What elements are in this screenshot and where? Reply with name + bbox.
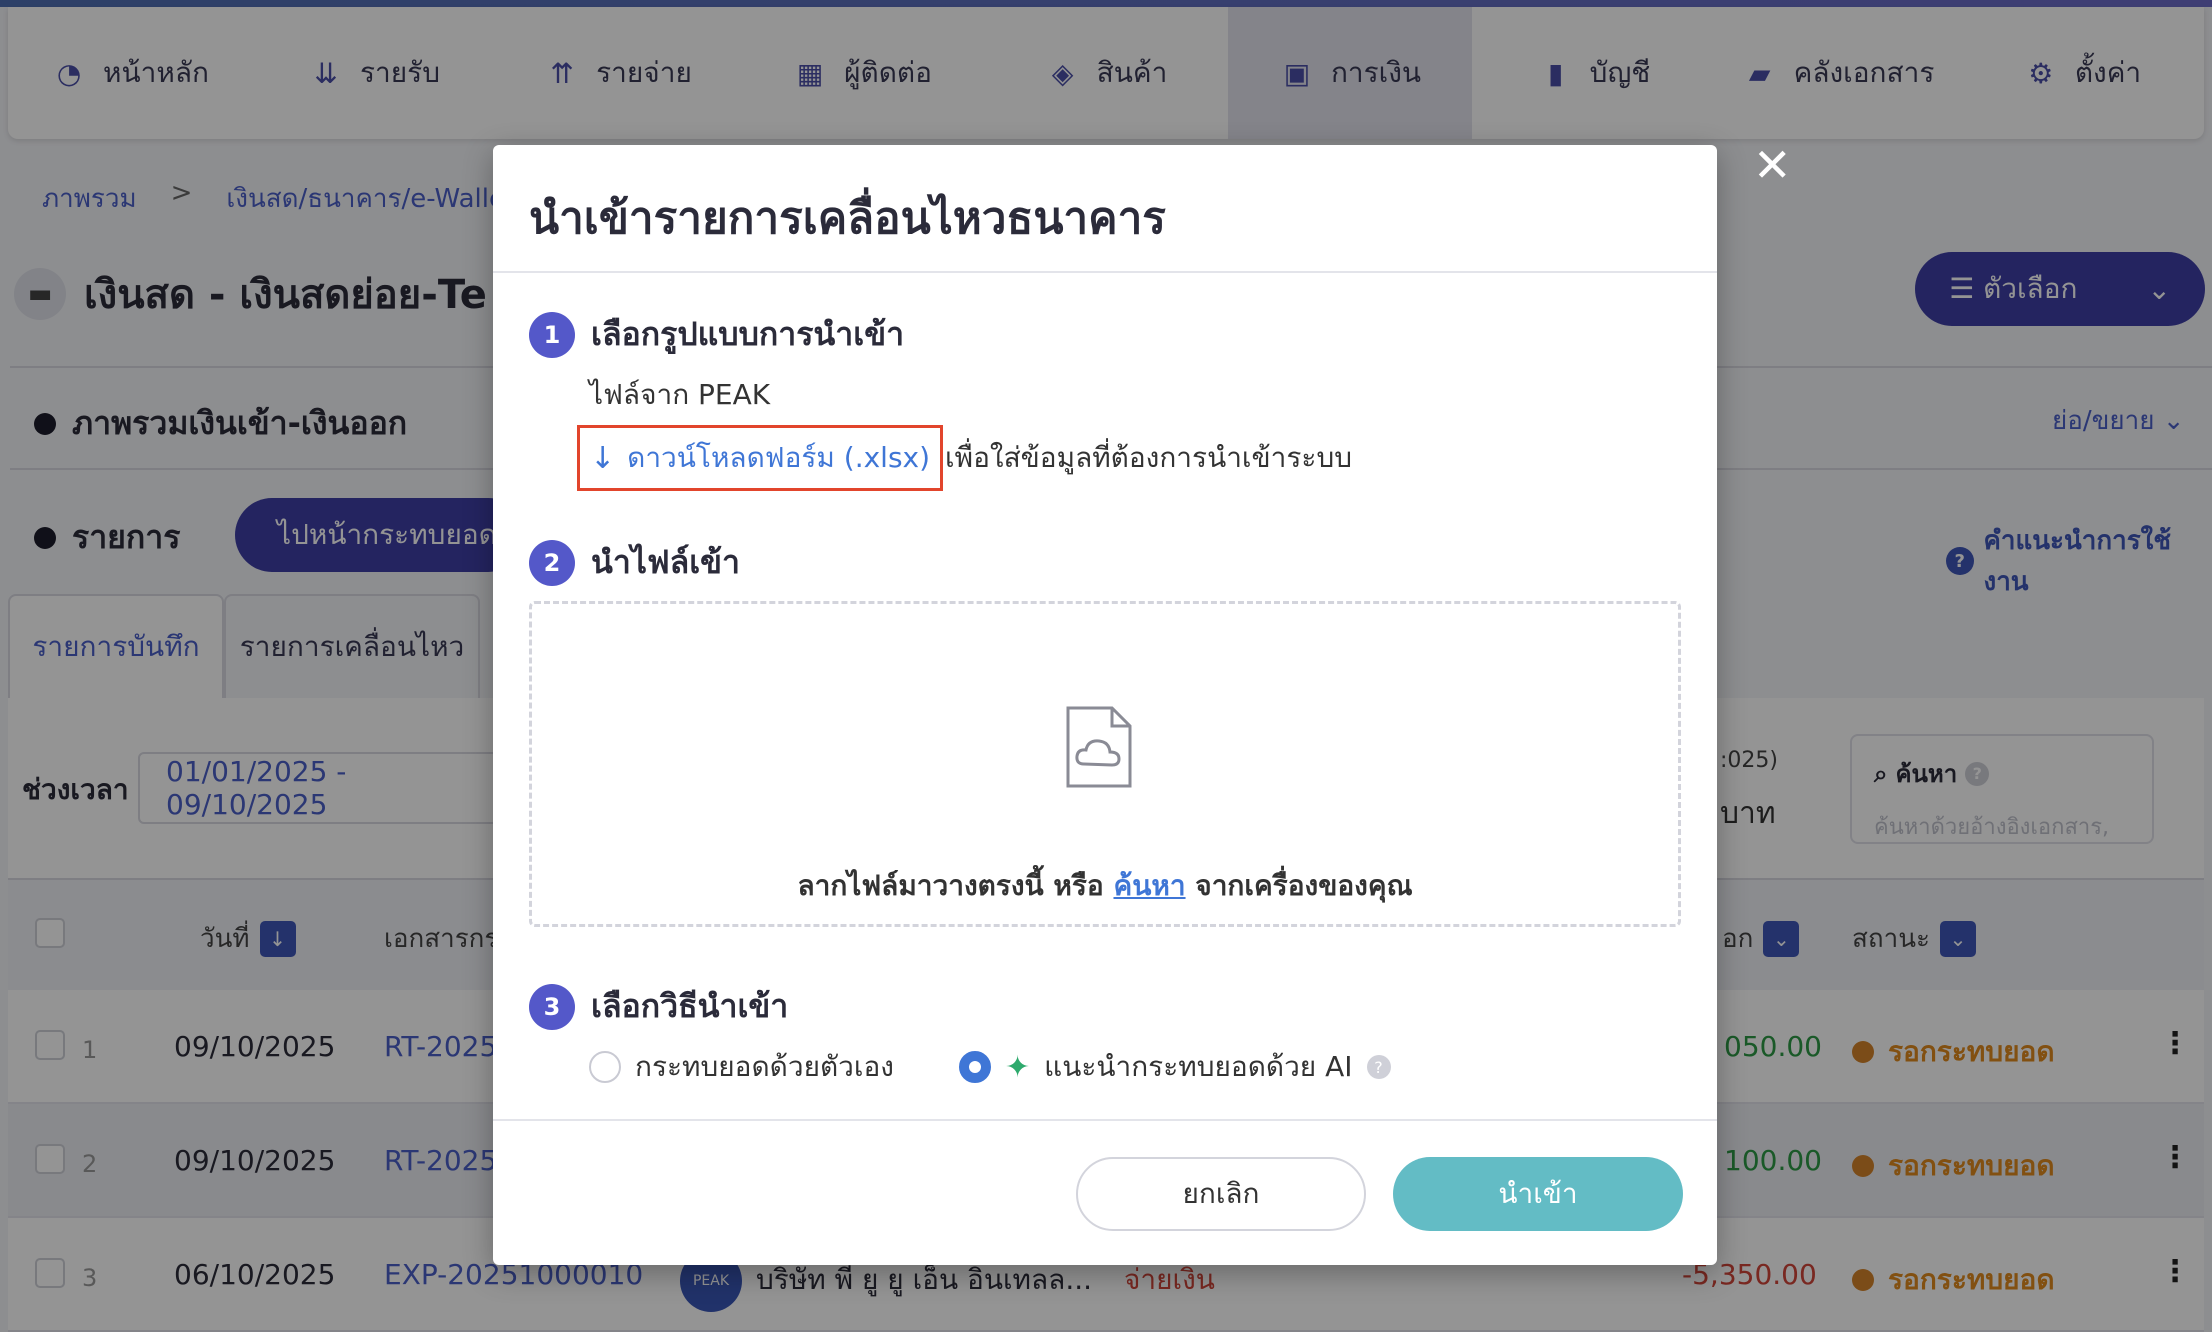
step-1-label: เลือกรูปแบบการนำเข้า <box>591 315 905 353</box>
magic-wand-icon: ✦ <box>1005 1049 1031 1085</box>
import-source-text: ไฟล์จาก PEAK <box>589 378 771 411</box>
import-bank-movements-dialog: นำเข้ารายการเคลื่อนไหวธนาคาร 1 เลือกรูปแ… <box>493 145 1717 1265</box>
cloud-file-icon <box>1066 706 1132 788</box>
step-1-heading: 1 เลือกรูปแบบการนำเข้า <box>529 309 904 360</box>
close-icon[interactable]: ✕ <box>1753 142 1792 188</box>
manual-reconcile-option[interactable]: กระทบยอดด้วยตัวเอง <box>589 1045 894 1089</box>
step-number-badge: 3 <box>529 983 575 1030</box>
step-2-label: นำไฟล์เข้า <box>591 543 740 581</box>
manual-option-label: กระทบยอดด้วยตัวเอง <box>635 1050 894 1083</box>
dropzone-text: ลากไฟล์มาวางตรงนี้ หรือ ค้นหา จากเครื่อง… <box>532 864 1678 908</box>
ai-radio[interactable] <box>959 1051 991 1083</box>
file-dropzone[interactable]: ลากไฟล์มาวางตรงนี้ หรือ ค้นหา จากเครื่อง… <box>529 601 1681 927</box>
step-3-label: เลือกวิธีนำเข้า <box>591 987 789 1025</box>
ai-reconcile-option[interactable]: ✦ แนะนำกระทบยอดด้วย AI ? <box>959 1045 1391 1089</box>
download-arrow-icon: ↓ <box>590 440 616 476</box>
step-number-badge: 2 <box>529 539 575 586</box>
manual-radio[interactable] <box>589 1051 621 1083</box>
dialog-divider <box>493 1119 1717 1121</box>
import-button[interactable]: นำเข้า <box>1393 1157 1683 1231</box>
cancel-button[interactable]: ยกเลิก <box>1076 1157 1366 1231</box>
step-2-heading: 2 นำไฟล์เข้า <box>529 537 740 588</box>
download-template-label: ดาวน์โหลดฟอร์ม (.xlsx) <box>627 441 931 474</box>
browse-files-link[interactable]: ค้นหา <box>1113 869 1185 902</box>
step-3-heading: 3 เลือกวิธีนำเข้า <box>529 981 788 1032</box>
step-number-badge: 1 <box>529 311 575 358</box>
dialog-title: นำเข้ารายการเคลื่อนไหวธนาคาร <box>529 193 1166 244</box>
download-note: เพื่อใส่ข้อมูลที่ต้องการนำเข้าระบบ <box>945 441 1352 474</box>
ai-option-label: แนะนำกระทบยอดด้วย AI <box>1044 1050 1353 1083</box>
download-row: ↓ ดาวน์โหลดฟอร์ม (.xlsx) เพื่อใส่ข้อมูลท… <box>577 425 1352 491</box>
dialog-divider <box>493 271 1717 273</box>
question-icon[interactable]: ? <box>1366 1055 1391 1079</box>
download-template-link[interactable]: ↓ ดาวน์โหลดฟอร์ม (.xlsx) <box>577 425 944 491</box>
dropzone-text-after: จากเครื่องของคุณ <box>1185 869 1413 902</box>
dropzone-text-before: ลากไฟล์มาวางตรงนี้ หรือ <box>797 869 1114 902</box>
